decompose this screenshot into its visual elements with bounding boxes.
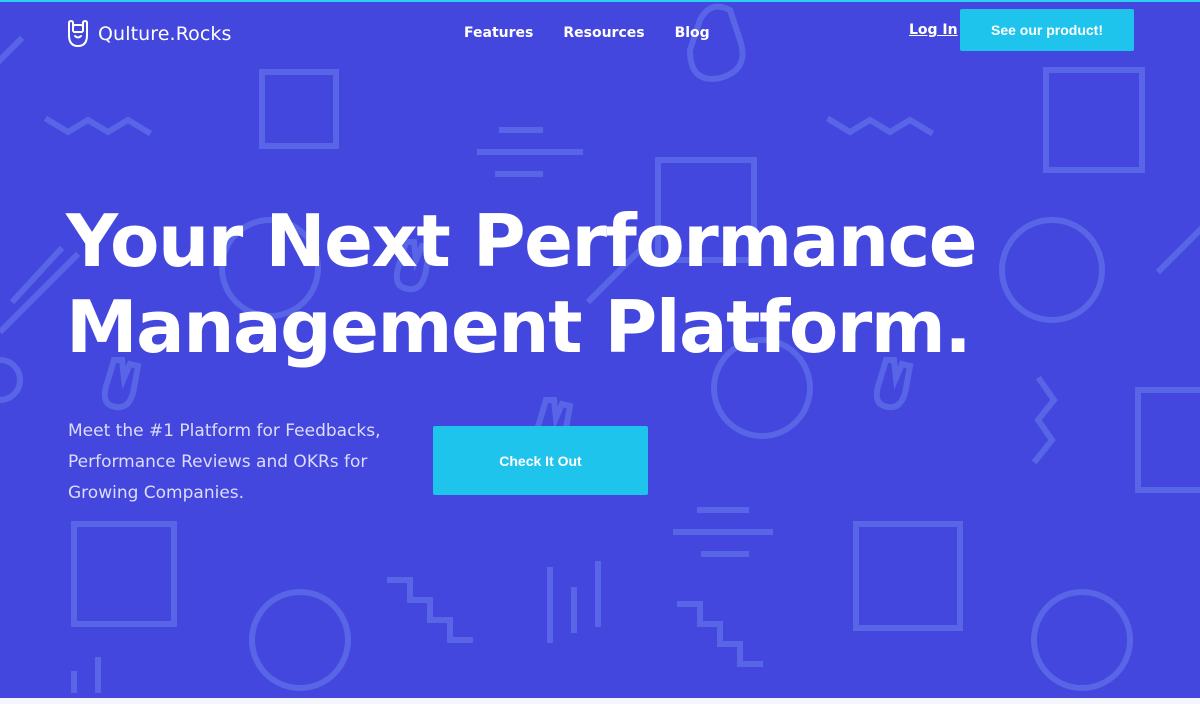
brand-name: Qulture.Rocks (98, 23, 232, 45)
check-it-out-button[interactable]: Check It Out (433, 426, 648, 495)
see-product-button[interactable]: See our product! (960, 9, 1134, 51)
nav-item-blog[interactable]: Blog (675, 24, 710, 42)
nav-item-features[interactable]: Features (464, 24, 533, 42)
login-link[interactable]: Log In (909, 21, 958, 39)
rock-hand-icon (68, 20, 88, 47)
main-nav: Features Resources Blog (464, 24, 710, 42)
headline-line-2: Management Platform. (66, 285, 972, 369)
page-title: Your Next Performance Management Platfor… (66, 198, 1046, 370)
headline-line-1: Your Next Performance (66, 199, 978, 283)
brand-logo[interactable]: Qulture.Rocks (66, 18, 232, 50)
hero-section: Qulture.Rocks Features Resources Blog Lo… (0, 0, 1200, 698)
nav-item-resources[interactable]: Resources (563, 24, 644, 42)
page-bottom-strip (0, 698, 1200, 704)
hero-subheadline: Meet the #1 Platform for Feedbacks, Perf… (68, 421, 381, 503)
